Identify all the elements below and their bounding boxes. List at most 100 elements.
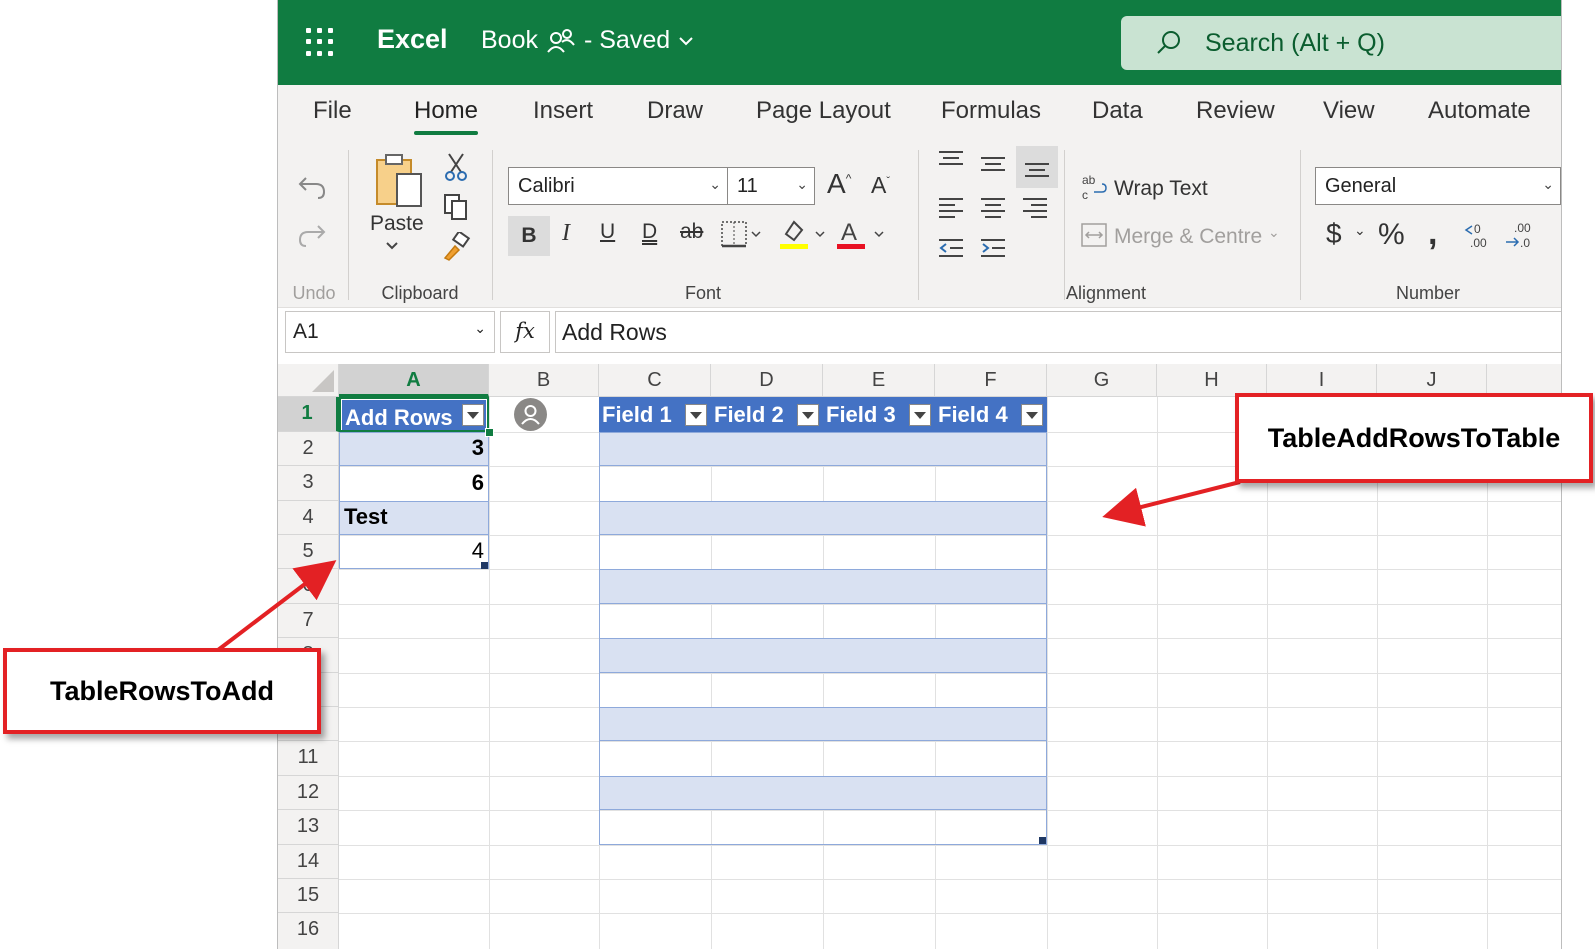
double-underline-button[interactable]: D <box>642 220 657 244</box>
align-bottom-button[interactable] <box>1016 146 1058 188</box>
app-launcher-icon[interactable] <box>306 28 334 56</box>
user-avatar-icon[interactable] <box>514 398 547 431</box>
row-header-4[interactable]: 4 <box>278 501 339 535</box>
chevron-down-icon[interactable] <box>385 240 399 252</box>
paste-icon[interactable] <box>373 152 425 210</box>
table-cell[interactable]: 3 <box>339 435 484 461</box>
row-header-15[interactable]: 15 <box>278 879 339 913</box>
svg-text:0: 0 <box>1474 222 1481 236</box>
comma-style-icon[interactable]: , <box>1428 214 1437 253</box>
column-header-c[interactable]: C <box>599 364 711 397</box>
row-header-2[interactable]: 2 <box>278 432 339 466</box>
formula-input[interactable]: Add Rows <box>555 311 1561 353</box>
filter-dropdown-icon[interactable] <box>797 404 819 426</box>
increase-decimal-icon[interactable]: 0 .00 <box>1462 220 1496 250</box>
column-header-g[interactable]: G <box>1047 364 1157 397</box>
tab-formulas[interactable]: Formulas <box>941 97 1041 125</box>
decrease-decimal-icon[interactable]: .00 .0 <box>1504 220 1538 250</box>
chevron-down-icon: ⌄ <box>1542 176 1554 192</box>
align-bottom-icon <box>1025 163 1049 177</box>
tab-file[interactable]: File <box>313 97 352 125</box>
row-header-5[interactable]: 5 <box>278 535 339 569</box>
copy-icon[interactable] <box>441 192 471 222</box>
svg-text:.0: .0 <box>1520 236 1530 250</box>
callout-table-rows-to-add: TableRowsToAdd <box>3 648 321 734</box>
filter-dropdown-icon[interactable] <box>685 404 707 426</box>
row-header-1[interactable]: 1 <box>278 397 339 432</box>
align-right-icon[interactable] <box>1020 195 1050 221</box>
column-header-a[interactable]: A <box>339 364 489 397</box>
search-box[interactable]: Search (Alt + Q) <box>1121 16 1561 70</box>
wrap-text-icon[interactable]: ab c <box>1080 172 1108 202</box>
row-header-12[interactable]: 12 <box>278 776 339 810</box>
redo-icon[interactable] <box>296 218 328 250</box>
chevron-down-icon[interactable]: ⌄ <box>1268 224 1280 241</box>
undo-icon[interactable] <box>296 170 328 202</box>
table-cell[interactable]: 4 <box>339 538 484 564</box>
row-header-14[interactable]: 14 <box>278 845 339 879</box>
bold-button[interactable]: B <box>508 216 550 256</box>
underline-button[interactable]: U <box>600 220 615 244</box>
number-format-dropdown[interactable]: General ⌄ <box>1315 167 1561 205</box>
row-header-3[interactable]: 3 <box>278 466 339 501</box>
align-middle-icon[interactable] <box>978 152 1008 178</box>
percent-icon[interactable]: % <box>1378 218 1405 252</box>
gridline <box>339 879 1561 880</box>
merge-centre-icon[interactable] <box>1080 222 1108 248</box>
chevron-down-icon[interactable]: ⌄ <box>1354 222 1366 239</box>
strikethrough-button[interactable]: ab <box>680 220 703 244</box>
increase-font-size-icon[interactable]: A^ <box>827 168 851 200</box>
table-cell[interactable]: 6 <box>339 470 484 496</box>
fill-color-icon[interactable] <box>778 216 828 252</box>
row-header-11[interactable]: 11 <box>278 741 339 776</box>
tab-draw[interactable]: Draw <box>647 97 703 125</box>
tab-insert[interactable]: Insert <box>533 97 593 125</box>
increase-indent-icon[interactable] <box>978 236 1008 262</box>
select-all-corner[interactable] <box>278 364 339 397</box>
column-header-d[interactable]: D <box>711 364 823 397</box>
cut-icon[interactable] <box>441 152 471 182</box>
table-resize-handle[interactable] <box>481 562 488 569</box>
row-header-6[interactable]: 6 <box>278 569 339 604</box>
align-center-icon[interactable] <box>978 195 1008 221</box>
save-status: - Saved <box>583 26 671 54</box>
document-title[interactable]: Book - Saved <box>481 26 694 55</box>
font-size-dropdown[interactable]: 11 ⌄ <box>727 167 815 205</box>
svg-text:A: A <box>841 219 857 246</box>
font-name-dropdown[interactable]: Calibri ⌄ <box>508 167 728 205</box>
align-left-icon[interactable] <box>936 195 966 221</box>
filter-dropdown-icon[interactable] <box>909 404 931 426</box>
tab-review[interactable]: Review <box>1196 97 1275 125</box>
chevron-down-icon: ⌄ <box>709 176 721 192</box>
decrease-indent-icon[interactable] <box>936 236 966 262</box>
column-header-b[interactable]: B <box>489 364 599 397</box>
table-cell[interactable]: Test <box>344 504 484 530</box>
row-header-16[interactable]: 16 <box>278 913 339 949</box>
app-name[interactable]: Excel <box>377 24 448 55</box>
borders-icon[interactable] <box>720 220 764 250</box>
fill-handle[interactable] <box>485 428 494 437</box>
insert-function-button[interactable]: fx <box>500 311 550 353</box>
table-resize-handle[interactable] <box>1039 837 1046 844</box>
filter-dropdown-icon[interactable] <box>1021 404 1043 426</box>
decrease-font-size-icon[interactable]: Aˇ <box>871 172 890 199</box>
column-header-e[interactable]: E <box>823 364 935 397</box>
tab-page-layout[interactable]: Page Layout <box>756 97 891 125</box>
tab-home[interactable]: Home <box>414 97 479 135</box>
wrap-text-label[interactable]: Wrap Text <box>1114 177 1208 201</box>
gridline <box>339 845 1561 846</box>
italic-button[interactable]: I <box>562 220 570 247</box>
name-box[interactable]: A1 ⌄ <box>285 311 495 353</box>
row-header-13[interactable]: 13 <box>278 810 339 845</box>
format-painter-icon[interactable] <box>441 232 471 262</box>
column-header-f[interactable]: F <box>935 364 1047 397</box>
currency-icon[interactable]: $ <box>1326 218 1342 250</box>
tab-automate[interactable]: Automate <box>1428 97 1531 125</box>
merge-centre-label[interactable]: Merge & Centre <box>1114 225 1262 249</box>
paste-label[interactable]: Paste <box>370 212 424 236</box>
row-header-7[interactable]: 7 <box>278 604 339 638</box>
align-top-icon[interactable] <box>936 148 966 174</box>
font-color-icon[interactable]: A <box>835 216 889 252</box>
tab-view[interactable]: View <box>1323 97 1375 125</box>
tab-data[interactable]: Data <box>1092 97 1143 125</box>
